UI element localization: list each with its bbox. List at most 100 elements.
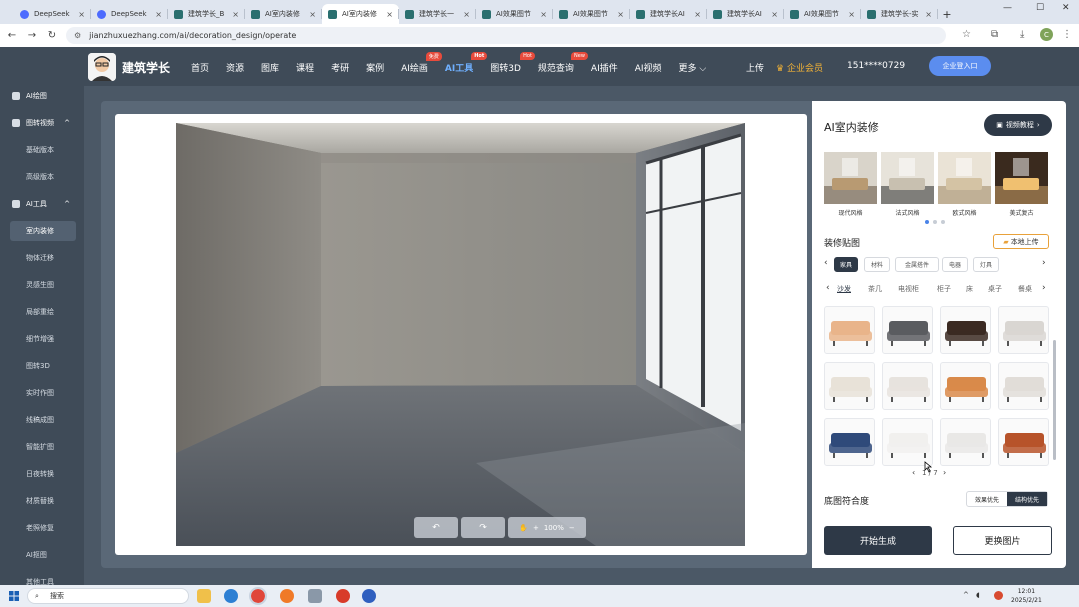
- tab-close-icon[interactable]: ×: [78, 10, 85, 19]
- browser-tab[interactable]: 建筑学长_B ×: [168, 4, 245, 24]
- page-next-icon[interactable]: ›: [943, 468, 946, 477]
- browser-tab[interactable]: AI效果图节 ×: [784, 4, 861, 24]
- nav-item[interactable]: 课程: [296, 61, 314, 74]
- video-tutorial-button[interactable]: ▣ 视频教程 ›: [984, 114, 1052, 136]
- category-tab[interactable]: 灯具: [973, 257, 999, 272]
- sidebar-item[interactable]: 图转3D: [0, 356, 84, 376]
- tab-close-icon[interactable]: ×: [617, 10, 624, 19]
- category-prev-icon[interactable]: ‹: [824, 258, 828, 268]
- nav-item[interactable]: 案例: [366, 61, 384, 74]
- profile-avatar[interactable]: C: [1040, 28, 1053, 41]
- nav-item[interactable]: AI插件: [591, 61, 618, 74]
- tab-close-icon[interactable]: ×: [155, 10, 162, 19]
- account-phone[interactable]: 151****0729: [847, 61, 905, 71]
- back-icon[interactable]: ←: [2, 30, 22, 41]
- carousel-dot[interactable]: [941, 220, 945, 224]
- subcategory-prev-icon[interactable]: ‹: [826, 283, 830, 293]
- app-icon[interactable]: [362, 589, 376, 603]
- sofa-sticker-thumbnail[interactable]: [998, 306, 1049, 354]
- nav-item[interactable]: 规范查询 New: [538, 52, 588, 74]
- tray-app-icon[interactable]: [994, 591, 1003, 600]
- panel-scrollbar[interactable]: [1053, 340, 1056, 460]
- url-bar[interactable]: ⚙ jianzhuxuezhang.com/ai/decoration_desi…: [66, 27, 946, 44]
- sofa-sticker-thumbnail[interactable]: [882, 306, 933, 354]
- sidebar-item[interactable]: 细节增强: [0, 329, 84, 349]
- tab-close-icon[interactable]: ×: [386, 10, 393, 19]
- fit-option-effect[interactable]: 效果优先: [967, 492, 1007, 506]
- page-prev-icon[interactable]: ‹: [912, 468, 915, 477]
- windows-start-icon[interactable]: [9, 591, 19, 601]
- tab-close-icon[interactable]: ×: [232, 10, 239, 19]
- edge-icon[interactable]: [224, 589, 238, 603]
- subcategory-tab[interactable]: 茶几: [868, 284, 882, 294]
- category-next-icon[interactable]: ›: [1042, 258, 1046, 268]
- minimize-icon[interactable]: —: [1003, 3, 1012, 13]
- maximize-icon[interactable]: ☐: [1036, 3, 1044, 13]
- carousel-dot[interactable]: [933, 220, 937, 224]
- recorder-icon[interactable]: [336, 589, 350, 603]
- sidebar-item[interactable]: 其他工具: [0, 572, 84, 585]
- local-upload-button[interactable]: ▰ 本地上传: [993, 234, 1049, 249]
- style-card[interactable]: [938, 152, 991, 204]
- start-generate-button[interactable]: 开始生成: [824, 526, 932, 555]
- sidebar-item[interactable]: 日夜转换: [0, 464, 84, 484]
- tab-close-icon[interactable]: ×: [771, 10, 778, 19]
- subcategory-tab[interactable]: 桌子: [988, 284, 1002, 294]
- sidebar-item[interactable]: 线稿成图: [0, 410, 84, 430]
- tab-close-icon[interactable]: ×: [540, 10, 547, 19]
- sofa-sticker-thumbnail[interactable]: [882, 418, 933, 466]
- close-window-icon[interactable]: ✕: [1062, 3, 1070, 13]
- upload-link[interactable]: 上传: [746, 61, 764, 74]
- nav-item[interactable]: AI绘画 免费: [401, 52, 442, 74]
- sofa-sticker-thumbnail[interactable]: [824, 418, 875, 466]
- tab-close-icon[interactable]: ×: [463, 10, 470, 19]
- browser-tab[interactable]: AI室内装修 ×: [245, 4, 322, 24]
- undo-button[interactable]: ↶: [414, 517, 458, 538]
- sidebar-item[interactable]: 物体迁移: [0, 248, 84, 268]
- sidebar-item[interactable]: 老照修复: [0, 518, 84, 538]
- browser-tab[interactable]: AI效果图节 ×: [553, 4, 630, 24]
- vip-link[interactable]: ♛ 企业会员: [776, 61, 823, 74]
- sofa-sticker-thumbnail[interactable]: [824, 306, 875, 354]
- nav-item[interactable]: 考研: [331, 61, 349, 74]
- tab-close-icon[interactable]: ×: [309, 10, 316, 19]
- bookmark-star-icon[interactable]: ☆: [962, 29, 971, 40]
- nav-item[interactable]: 首页: [191, 61, 209, 74]
- browser-tab[interactable]: 建筑学长AI ×: [630, 4, 707, 24]
- tab-close-icon[interactable]: ×: [848, 10, 855, 19]
- sofa-sticker-thumbnail[interactable]: [940, 418, 991, 466]
- logo-image[interactable]: [88, 53, 116, 81]
- style-card[interactable]: [881, 152, 934, 204]
- sidebar-item[interactable]: 灵感生图: [0, 275, 84, 295]
- reload-icon[interactable]: ↻: [42, 30, 62, 41]
- sofa-sticker-thumbnail[interactable]: [940, 362, 991, 410]
- redo-button[interactable]: ↷: [461, 517, 505, 538]
- logo-text[interactable]: 建筑学长: [122, 59, 170, 76]
- sidebar-item[interactable]: AI绘图: [0, 86, 84, 106]
- tab-close-icon[interactable]: ×: [694, 10, 701, 19]
- subcategory-tab[interactable]: 餐桌: [1018, 284, 1032, 294]
- nav-item[interactable]: 图转3D Hot: [490, 52, 535, 74]
- sidebar-item[interactable]: 高级版本: [0, 167, 84, 187]
- sidebar-item[interactable]: 智能扩图: [0, 437, 84, 457]
- browser-tab[interactable]: DeepSeek ×: [14, 4, 91, 24]
- forward-icon[interactable]: →: [22, 30, 42, 41]
- nav-item[interactable]: 资源: [226, 61, 244, 74]
- browser-tab[interactable]: 建筑学长AI ×: [707, 4, 784, 24]
- style-card[interactable]: [824, 152, 877, 204]
- subcategory-tab[interactable]: 床: [966, 284, 973, 294]
- fit-option-structure[interactable]: 结构优先: [1007, 492, 1047, 506]
- sofa-sticker-thumbnail[interactable]: [998, 362, 1049, 410]
- nav-item[interactable]: AI视频: [635, 61, 662, 74]
- browser-tab[interactable]: 建筑学长-实 ×: [861, 4, 938, 24]
- zoom-out-icon[interactable]: −: [569, 524, 575, 532]
- firefox-icon[interactable]: [280, 589, 294, 603]
- sofa-sticker-thumbnail[interactable]: [824, 362, 875, 410]
- sofa-sticker-thumbnail[interactable]: [998, 418, 1049, 466]
- sofa-sticker-thumbnail[interactable]: [882, 362, 933, 410]
- nav-item[interactable]: AI工具 Hot: [445, 52, 488, 74]
- sidebar-item[interactable]: 图转视频 ^: [0, 113, 84, 133]
- zoom-in-icon[interactable]: +: [533, 524, 539, 532]
- tab-close-icon[interactable]: ×: [925, 10, 932, 19]
- browser-tab[interactable]: AI效果图节 ×: [476, 4, 553, 24]
